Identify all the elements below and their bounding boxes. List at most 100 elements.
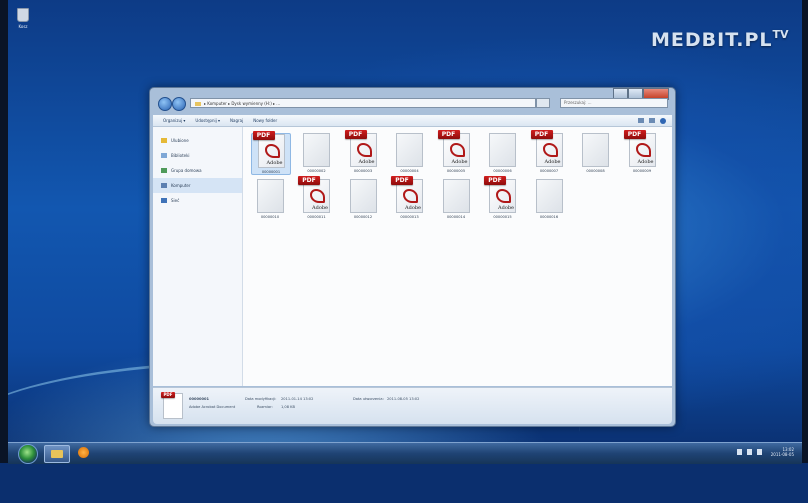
file-name: 00000012 <box>353 215 373 219</box>
pdf-badge: PDF <box>298 176 320 185</box>
recycle-bin-shortcut[interactable]: Kosz <box>12 8 34 29</box>
adobe-label: Adobe <box>358 159 375 165</box>
file-name: 00000008 <box>586 169 605 173</box>
pdf-file-item[interactable]: PDF Adobe 00000003 <box>344 130 382 173</box>
details-filename: 00000001 <box>189 397 210 401</box>
folder-icon <box>51 450 63 458</box>
acrobat-logo-icon <box>310 189 325 203</box>
document-icon <box>349 179 377 213</box>
organize-button[interactable]: Organizuj ▾ <box>163 118 185 123</box>
adobe-label: Adobe <box>451 159 468 165</box>
caption-buttons <box>613 88 669 100</box>
search-input[interactable]: Przeszukaj: ... <box>560 98 668 108</box>
file-item[interactable]: 00000010 <box>251 179 289 219</box>
nav-item-favorites[interactable]: Ulubione <box>153 133 242 148</box>
details-modified-label: Data modyfikacji: <box>245 397 277 401</box>
star-icon <box>161 138 167 143</box>
new-folder-button[interactable]: Nowy folder <box>253 118 277 123</box>
recycle-bin-label: Kosz <box>18 24 28 29</box>
nav-item-computer[interactable]: Komputer <box>153 178 242 193</box>
file-name: 00000005 <box>446 169 466 173</box>
preview-pane-icon[interactable] <box>649 117 655 123</box>
file-item[interactable]: 00000012 <box>344 179 382 219</box>
flag-tray-icon[interactable] <box>757 449 762 455</box>
file-name: 00000003 <box>353 169 373 173</box>
document-icon <box>582 133 609 167</box>
details-filetype: Adobe Acrobat Document <box>189 405 236 409</box>
taskbar-explorer-button[interactable] <box>44 445 70 463</box>
adobe-label: Adobe <box>266 160 283 166</box>
pdf-file-item[interactable]: PDF Adobe 00000015 <box>484 176 522 219</box>
pdf-document-icon: PDF Adobe <box>298 176 330 213</box>
clock[interactable]: 13:02 2011-08-05 <box>771 447 794 457</box>
file-name: 00000002 <box>307 169 326 173</box>
document-icon <box>303 133 330 167</box>
file-item[interactable]: 00000006 <box>484 133 522 173</box>
nav-item-label: Sieć <box>171 198 180 203</box>
pdf-file-item[interactable]: PDF Adobe 00000013 <box>391 176 429 219</box>
file-name: 00000009 <box>632 169 652 173</box>
network-tray-icon[interactable] <box>737 449 742 455</box>
details-created-label: Data utworzenia: <box>353 397 384 401</box>
file-item[interactable]: 00000014 <box>437 179 475 219</box>
file-name: 00000016 <box>539 215 559 219</box>
back-arrow-icon[interactable] <box>158 97 172 111</box>
file-name: 00000010 <box>260 215 280 219</box>
file-name: 00000011 <box>307 215 326 219</box>
refresh-button[interactable] <box>536 98 550 108</box>
pdf-file-item[interactable]: PDF Adobe 00000007 <box>530 130 568 173</box>
pdf-document-icon: PDF Adobe <box>344 130 377 167</box>
nav-item-label: Biblioteki <box>171 153 190 158</box>
details-size-label: Rozmiar: <box>257 405 273 409</box>
file-item[interactable]: 00000016 <box>530 179 568 219</box>
file-name: 00000007 <box>539 169 559 173</box>
share-button[interactable]: Udostępnij ▾ <box>195 118 220 123</box>
view-tools <box>638 117 666 124</box>
nav-item-network[interactable]: Sieć <box>153 193 242 208</box>
pdf-file-item[interactable]: PDF Adobe 00000001 <box>251 131 291 175</box>
screen-bezel-left <box>0 0 8 463</box>
file-item[interactable]: 00000002 <box>298 133 336 173</box>
pdf-file-item[interactable]: PDF Adobe 00000009 <box>623 130 661 173</box>
pdf-badge: PDF <box>484 176 506 185</box>
pdf-badge: PDF <box>252 131 275 140</box>
file-name: 00000001 <box>261 170 281 174</box>
document-icon <box>535 179 563 213</box>
address-path: ▸ Komputer ▸ Dysk wymienny (H:) ▸ ... <box>204 101 281 106</box>
burn-button[interactable]: Nagraj <box>230 118 243 123</box>
volume-tray-icon[interactable] <box>747 449 752 455</box>
pdf-document-icon: PDF Adobe <box>252 131 285 168</box>
pdf-file-item[interactable]: PDF Adobe 00000011 <box>298 176 336 219</box>
forward-arrow-icon[interactable] <box>172 97 186 111</box>
nav-item-label: Grupa domowa <box>171 168 202 173</box>
selected-file-thumbnail: PDF <box>161 392 183 419</box>
title-bar[interactable]: ▸ Komputer ▸ Dysk wymienny (H:) ▸ ... Pr… <box>150 88 675 114</box>
media-player-icon <box>78 447 89 458</box>
nav-item-libraries[interactable]: Biblioteki <box>153 148 242 163</box>
pdf-badge: PDF <box>344 130 367 139</box>
acrobat-logo-icon <box>635 143 651 157</box>
view-options-icon[interactable] <box>638 117 644 123</box>
pdf-document-icon: PDF Adobe <box>437 130 470 167</box>
start-button[interactable] <box>18 444 38 464</box>
pdf-document-icon: PDF Adobe <box>530 130 563 167</box>
nav-item-homegroup[interactable]: Grupa domowa <box>153 163 242 178</box>
pdf-document-icon: PDF Adobe <box>484 176 516 213</box>
screen-bezel-right <box>802 0 808 463</box>
file-item[interactable]: 00000004 <box>391 133 429 173</box>
pdf-file-item[interactable]: PDF Adobe 00000005 <box>437 130 475 173</box>
file-name: 00000006 <box>493 169 512 173</box>
address-bar[interactable]: ▸ Komputer ▸ Dysk wymienny (H:) ▸ ... <box>190 98 536 108</box>
file-name: 00000013 <box>400 215 419 219</box>
network-icon <box>161 198 167 203</box>
file-list: PDF Adobe 00000001 00000002 PDF Adobe 00000003… <box>243 127 672 386</box>
details-size-value: 1,08 KB <box>281 405 295 409</box>
document-icon <box>442 179 470 213</box>
computer-icon <box>161 183 167 188</box>
explorer-window: ▸ Komputer ▸ Dysk wymienny (H:) ▸ ... Pr… <box>149 87 676 427</box>
help-icon[interactable] <box>660 117 666 124</box>
adobe-label: Adobe <box>498 205 514 211</box>
taskbar-media-player-button[interactable] <box>72 445 96 461</box>
acrobat-logo-icon <box>496 189 511 203</box>
file-item[interactable]: 00000008 <box>577 133 615 173</box>
